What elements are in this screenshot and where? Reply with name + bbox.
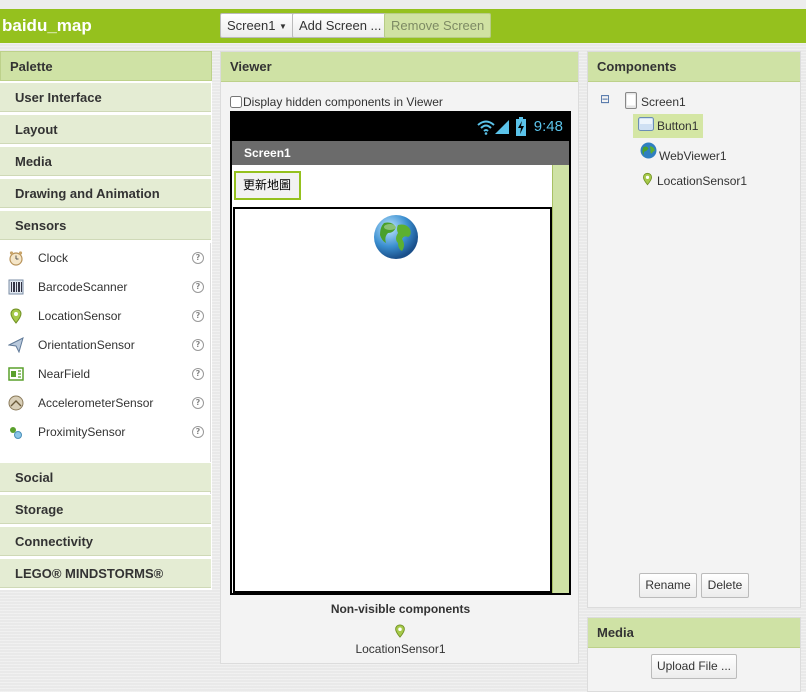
palette-item-label: AccelerometerSensor [38,396,154,410]
status-time: 9:48 [533,118,563,135]
help-icon[interactable]: ? [192,368,204,380]
media-title: Media [588,618,800,648]
display-hidden-checkbox-row[interactable]: Display hidden components in Viewer [230,95,443,109]
palette-item-label: BarcodeScanner [38,280,128,294]
palette-item-nearfield[interactable]: NearField ? [0,360,211,389]
palette-item-proximitysensor[interactable]: ProximitySensor ? [0,418,211,447]
top-toolbar: baidu_map Screen1 ▼ Add Screen ... Remov… [0,0,806,43]
tree-item-screen1[interactable]: Screen1 [624,90,744,114]
viewer-title: Viewer [221,52,578,82]
dropdown-arrow-icon: ▼ [279,22,287,31]
button-icon [638,117,654,131]
media-panel: Media Upload File ... [587,617,801,692]
nfc-icon [8,367,24,381]
tree-item-label: Button1 [657,119,699,133]
signal-icon [495,120,509,134]
accelerometer-icon [8,395,24,411]
remove-screen-button[interactable]: Remove Screen [384,13,492,38]
nonvisible-item-locationsensor[interactable]: LocationSensor1 [221,642,580,656]
tree-item-locationsensor1[interactable]: LocationSensor1 [640,169,770,193]
screen-title-bar: Screen1 [232,141,569,165]
help-icon[interactable]: ? [192,252,204,264]
palette-item-accelerometersensor[interactable]: AccelerometerSensor ? [0,389,211,418]
orientation-icon [8,337,24,353]
palette-category-drawing-animation[interactable]: Drawing and Animation [0,178,211,208]
location-pin-icon [395,624,405,638]
tree-item-button1[interactable]: Button1 [633,114,703,138]
palette-category-social[interactable]: Social [0,462,211,492]
globe-icon [374,215,418,259]
palette-category-user-interface[interactable]: User Interface [0,82,211,112]
clock-icon [9,251,23,266]
tree-item-label: Screen1 [641,95,686,109]
palette-item-barcodescanner[interactable]: BarcodeScanner ? [0,273,211,302]
nonvisible-components-title: Non-visible components [330,602,471,616]
proximity-icon [10,427,22,439]
palette-item-clock[interactable]: Clock ? [0,244,211,273]
palette-panel: Palette User Interface Layout Media Draw… [0,51,212,590]
barcode-icon [8,279,24,295]
status-bar: 9:48 [232,113,569,141]
tree-item-webviewer1[interactable]: WebViewer1 [640,142,750,168]
wifi-icon [477,120,495,135]
palette-item-locationsensor[interactable]: LocationSensor ? [0,302,211,331]
globe-icon [640,142,657,159]
palette-item-label: OrientationSensor [38,338,135,352]
palette-item-label: Clock [38,251,69,265]
tree-item-label: LocationSensor1 [657,174,748,188]
screen-select-label: Screen1 [227,18,276,33]
tree-item-label: WebViewer1 [659,149,727,163]
components-title: Components [588,52,800,82]
location-pin-icon [643,172,652,186]
help-icon[interactable]: ? [192,281,204,293]
palette-title: Palette [0,51,212,81]
palette-item-label: ProximitySensor [38,425,126,439]
screen-select-dropdown[interactable]: Screen1 ▼ [220,13,294,38]
palette-category-layout[interactable]: Layout [0,114,211,144]
phone-preview: 9:48 Screen1 更新地圖 [230,111,571,595]
palette-category-storage[interactable]: Storage [0,494,211,524]
palette-item-label: NearField [38,367,91,381]
rename-button[interactable]: Rename [639,573,697,598]
web-viewer[interactable] [233,207,552,593]
components-panel: Components ⊟ Screen1 Button1 WebViewer1 … [587,51,801,608]
screen-content: 更新地圖 [232,165,552,593]
help-icon[interactable]: ? [192,339,204,351]
delete-button[interactable]: Delete [701,573,749,598]
help-icon[interactable]: ? [192,426,204,438]
display-hidden-checkbox[interactable] [230,96,242,108]
palette-item-orientationsensor[interactable]: OrientationSensor ? [0,331,211,360]
palette-category-sensors[interactable]: Sensors [0,210,211,240]
upload-file-button[interactable]: Upload File ... [651,654,737,679]
phone-scrollbar[interactable] [552,165,569,593]
palette-category-media[interactable]: Media [0,146,211,176]
palette-item-label: LocationSensor [38,309,122,323]
palette-category-connectivity[interactable]: Connectivity [0,526,211,556]
update-map-button[interactable]: 更新地圖 [234,171,301,200]
help-icon[interactable]: ? [192,310,204,322]
project-name: baidu_map [2,16,92,35]
viewer-panel: Viewer Display hidden components in View… [220,51,579,664]
screen-icon [625,92,637,109]
display-hidden-label: Display hidden components in Viewer [243,95,443,109]
palette-category-lego-mindstorms[interactable]: LEGO® MINDSTORMS® [0,558,211,588]
location-pin-icon [10,308,22,324]
battery-icon [516,117,526,136]
add-screen-button[interactable]: Add Screen ... [292,13,389,38]
help-icon[interactable]: ? [192,397,204,409]
collapse-tree-icon[interactable]: ⊟ [600,92,610,106]
